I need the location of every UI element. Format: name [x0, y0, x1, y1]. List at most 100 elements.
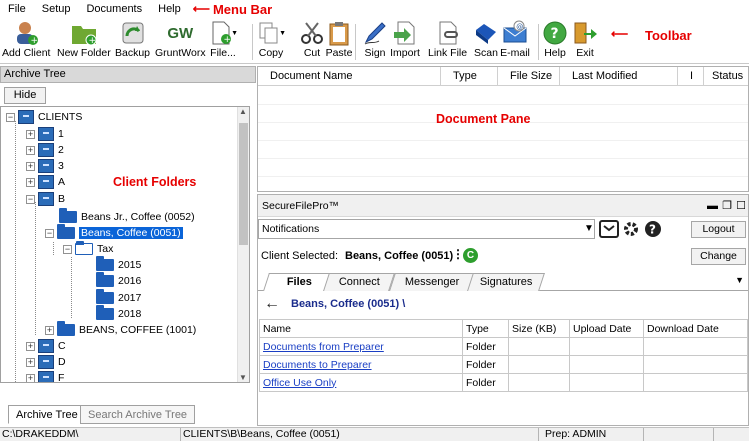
column-download-date[interactable]: Download Date [643, 319, 748, 338]
dropdown-arrow-icon[interactable]: ▼ [584, 223, 594, 234]
collapse-icon[interactable]: − [6, 112, 15, 122]
backup-button[interactable]: Backup [115, 20, 150, 59]
paste-button[interactable]: Paste [324, 20, 354, 59]
column-type[interactable]: Type [462, 319, 509, 338]
sign-button[interactable]: Sign [360, 20, 390, 59]
client-folders-annotation: Client Folders [113, 175, 197, 189]
file-menu-button[interactable]: + ▼ File... [208, 20, 238, 59]
scroll-up-icon[interactable]: ▲ [239, 107, 247, 116]
cabinet-icon [38, 127, 54, 141]
collapse-icon[interactable]: − [45, 228, 54, 238]
new-folder-button[interactable]: + New Folder [57, 20, 111, 59]
menu-help[interactable]: Help [150, 0, 189, 18]
tree-node-a[interactable]: + A [26, 174, 65, 190]
tree-node-3[interactable]: +3 [26, 158, 64, 174]
column-upload-date[interactable]: Upload Date [569, 319, 644, 338]
menu-setup[interactable]: Setup [34, 0, 79, 18]
tree-root-clients[interactable]: − CLIENTS [6, 109, 82, 125]
hide-button[interactable]: Hide [4, 87, 46, 104]
help-button[interactable]: ? Help [540, 20, 570, 59]
expand-icon[interactable]: + [26, 357, 35, 367]
tree-folder-tax[interactable]: − Tax [63, 241, 113, 257]
toolbar-separator [538, 24, 539, 60]
tree-folder-2018[interactable]: 2018 [96, 305, 141, 322]
cut-button[interactable]: Cut [297, 20, 327, 59]
svg-text:+: + [224, 35, 232, 45]
table-row[interactable]: Documents to Preparer Folder [259, 355, 748, 374]
folder-link[interactable]: Documents to Preparer [263, 359, 372, 371]
menu-file[interactable]: File [0, 0, 34, 18]
settings-gear-icon[interactable] [620, 219, 642, 239]
link-file-button[interactable]: Link File [428, 20, 467, 59]
tab-signatures[interactable]: Signatures [467, 273, 545, 291]
clipboard-icon [324, 20, 354, 46]
tree-node-2[interactable]: +2 [26, 142, 64, 158]
grid-line [258, 140, 748, 141]
notifications-dropdown[interactable]: Notifications [258, 219, 595, 239]
column-last-modified[interactable]: Last Modified [560, 67, 678, 86]
add-client-button[interactable]: + Add Client [2, 20, 50, 59]
folder-link[interactable]: Documents from Preparer [263, 341, 384, 353]
document-pane: Document Name Type File Size Last Modifi… [257, 66, 749, 192]
tab-archive-tree[interactable]: Archive Tree [8, 405, 86, 424]
table-row[interactable]: Office Use Only Folder [259, 373, 748, 392]
tree-node-f[interactable]: + F [26, 370, 64, 382]
scroll-down-icon[interactable]: ▼ [239, 373, 247, 382]
tab-search-archive-tree[interactable]: Search Archive Tree [80, 405, 196, 424]
logout-button[interactable]: Logout [691, 221, 746, 238]
tree-node-b[interactable]: − B [26, 191, 65, 207]
scan-button[interactable]: Scan [471, 20, 501, 59]
tree-folder-2017[interactable]: 2017 [96, 289, 141, 306]
expand-icon[interactable]: + [26, 373, 35, 382]
import-icon [390, 20, 420, 46]
tab-messenger[interactable]: Messenger [389, 273, 475, 291]
add-client-icon: + [11, 20, 41, 46]
email-button[interactable]: @ E-mail [500, 20, 530, 59]
table-row[interactable]: Documents from Preparer Folder [259, 337, 748, 356]
change-button[interactable]: Change [691, 248, 746, 265]
expand-icon[interactable]: + [26, 341, 35, 351]
tree-node-1[interactable]: +1 [26, 126, 64, 142]
restore-icon[interactable]: ❐ [722, 195, 732, 217]
back-arrow-icon[interactable]: ← [264, 293, 280, 315]
archive-tree-header: Archive Tree [0, 66, 256, 83]
breadcrumb-path[interactable]: Beans, Coffee (0051) \ [291, 293, 405, 315]
maximize-icon[interactable]: ☐ [736, 195, 746, 217]
expand-icon[interactable]: + [26, 161, 35, 171]
tree-node-c[interactable]: + C [26, 338, 66, 354]
import-button[interactable]: Import [390, 20, 420, 59]
tree-node-d[interactable]: + D [26, 354, 66, 370]
tree-folder-2015[interactable]: 2015 [96, 256, 141, 273]
gruntworx-button[interactable]: GW GruntWorx [155, 20, 206, 60]
exit-button[interactable]: Exit [570, 20, 600, 59]
column-name[interactable]: Name [259, 319, 463, 338]
status-bar: C:\DRAKEDDM\ CLIENTS\B\Beans, Coffee (00… [0, 427, 749, 441]
gruntworx-icon: GW [167, 24, 194, 42]
tab-connect[interactable]: Connect [323, 273, 395, 291]
tree-folder-2016[interactable]: 2016 [96, 272, 141, 289]
menu-documents[interactable]: Documents [78, 0, 150, 18]
expand-icon[interactable]: + [26, 177, 35, 187]
expand-icon[interactable]: + [26, 145, 35, 155]
inbox-icon[interactable] [598, 219, 620, 239]
collapse-icon[interactable]: − [63, 244, 72, 254]
tabs-overflow-icon[interactable]: ▼ [735, 275, 744, 285]
collapse-icon[interactable]: − [26, 194, 35, 204]
copy-button[interactable]: ▼ Copy [256, 20, 286, 59]
folder-link[interactable]: Office Use Only [263, 377, 336, 389]
column-status[interactable]: Status [704, 67, 749, 86]
help-circle-icon[interactable]: ? [642, 219, 664, 239]
tree-scrollbar-thumb[interactable] [239, 123, 248, 245]
expand-icon[interactable]: + [45, 325, 54, 335]
tree-client-beans-jr[interactable]: Beans Jr., Coffee (0052) [59, 208, 195, 225]
expand-icon[interactable]: + [26, 129, 35, 139]
tree-client-beans-coffee-1001[interactable]: + BEANS, COFFEE (1001) [45, 321, 196, 338]
column-type[interactable]: Type [441, 67, 498, 86]
minimize-icon[interactable]: ▬ [707, 195, 718, 217]
column-file-size[interactable]: File Size [498, 67, 560, 86]
tree-client-beans-coffee-selected[interactable]: − Beans, Coffee (0051) [45, 224, 183, 241]
column-i[interactable]: I [678, 67, 704, 86]
column-size[interactable]: Size (KB) [508, 319, 570, 338]
row-type: Folder [462, 373, 509, 392]
column-document-name[interactable]: Document Name [258, 67, 441, 86]
